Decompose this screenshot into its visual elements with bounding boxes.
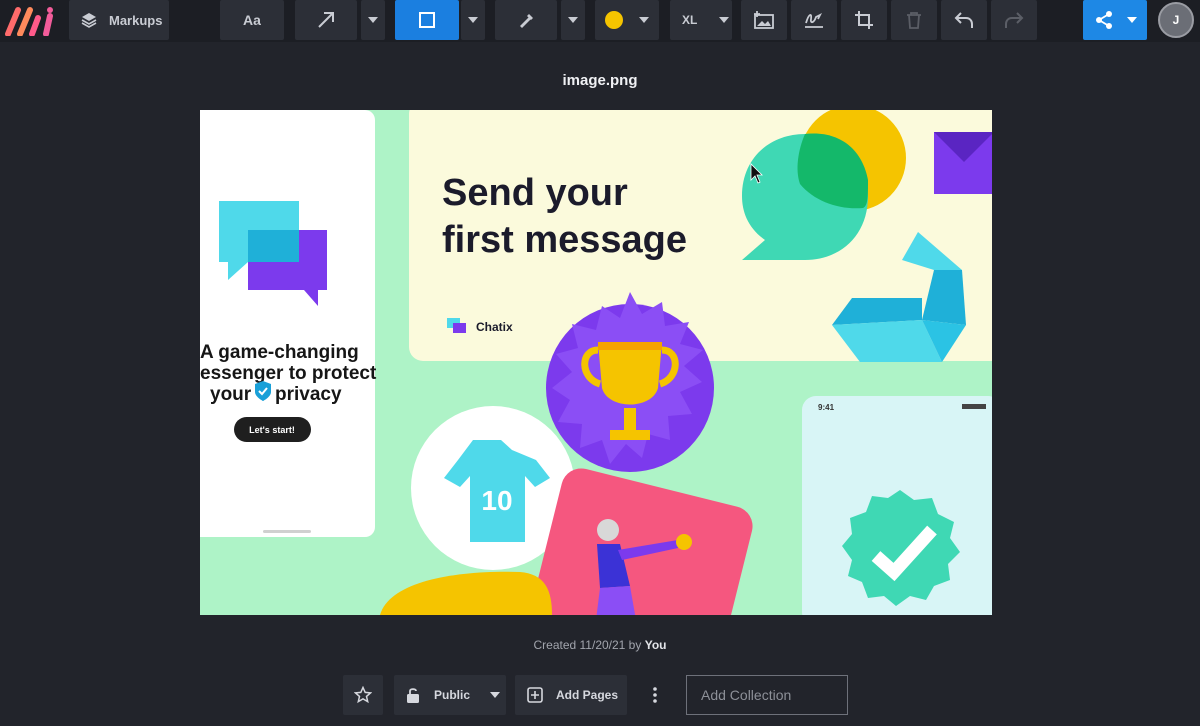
brand-name: Chatix xyxy=(476,320,513,334)
cta-button-label: Let's start! xyxy=(249,425,295,435)
chevron-down-icon xyxy=(1127,17,1137,23)
insert-image-icon xyxy=(754,11,774,29)
arrow-tool-button[interactable] xyxy=(295,0,357,40)
headline-line-2: first message xyxy=(442,219,687,261)
headline-line-1: Send your xyxy=(442,172,628,214)
more-options-button[interactable] xyxy=(640,675,670,715)
undo-icon xyxy=(954,12,973,28)
more-vertical-icon xyxy=(653,687,657,703)
chevron-down-icon xyxy=(468,17,478,23)
tagline-line-3b: privacy xyxy=(275,384,342,405)
text-tool-label: Aa xyxy=(243,12,261,28)
crop-button[interactable] xyxy=(841,0,887,40)
redo-icon xyxy=(1005,12,1024,28)
rectangle-tool-button[interactable] xyxy=(395,0,459,40)
signature-icon xyxy=(805,12,823,28)
share-button[interactable] xyxy=(1083,0,1147,40)
arrow-tool-dropdown[interactable] xyxy=(361,0,385,40)
color-picker-button[interactable] xyxy=(595,0,659,40)
add-page-icon xyxy=(527,687,543,703)
markups-button[interactable]: Markups xyxy=(69,0,169,40)
rectangle-icon xyxy=(419,12,435,28)
chevron-down-icon xyxy=(368,17,378,23)
jersey-number: 10 xyxy=(481,485,512,516)
undo-button[interactable] xyxy=(941,0,987,40)
chevron-down-icon xyxy=(639,17,649,23)
favorite-button[interactable] xyxy=(343,675,383,715)
created-by: You xyxy=(644,638,667,652)
highlighter-tool-dropdown[interactable] xyxy=(561,0,585,40)
star-icon xyxy=(354,686,372,704)
created-date: Created 11/20/21 by xyxy=(533,638,642,652)
size-picker-button[interactable]: XL xyxy=(670,0,732,40)
size-label: XL xyxy=(682,13,698,27)
arrow-icon xyxy=(318,12,334,28)
signature-button[interactable] xyxy=(791,0,837,40)
created-info: Created 11/20/21 by You xyxy=(0,638,1200,652)
file-name: image.png xyxy=(562,72,638,89)
phone-time: 9:41 xyxy=(818,403,835,412)
chevron-down-icon xyxy=(568,17,578,23)
add-pages-button[interactable]: Add Pages xyxy=(515,675,627,715)
top-toolbar: Markups Aa XL J xyxy=(0,0,1200,42)
insert-image-button[interactable] xyxy=(741,0,787,40)
color-swatch xyxy=(605,11,623,29)
tagline-line-2: essenger to protect xyxy=(200,363,377,384)
image-canvas[interactable]: A game-changing essenger to protect your… xyxy=(200,110,992,615)
user-avatar[interactable]: J xyxy=(1158,2,1194,38)
redo-button[interactable] xyxy=(991,0,1037,40)
text-tool-button[interactable]: Aa xyxy=(220,0,284,40)
delete-button[interactable] xyxy=(891,0,937,40)
tagline-line-1: A game-changing xyxy=(200,342,359,363)
markups-label: Markups xyxy=(109,12,163,28)
share-icon xyxy=(1096,11,1112,29)
tagline-line-3a: your xyxy=(210,384,252,405)
layers-icon xyxy=(81,13,97,28)
trash-icon xyxy=(907,12,921,29)
add-collection-input[interactable] xyxy=(686,675,848,715)
visibility-dropdown[interactable]: Public xyxy=(394,675,506,715)
highlighter-icon xyxy=(520,14,533,28)
artwork-image: A game-changing essenger to protect your… xyxy=(200,110,992,615)
lock-open-icon xyxy=(407,688,419,703)
add-pages-label: Add Pages xyxy=(556,688,619,702)
rectangle-tool-dropdown[interactable] xyxy=(461,0,485,40)
visibility-label: Public xyxy=(434,688,471,702)
chevron-down-icon xyxy=(719,17,730,23)
highlighter-tool-button[interactable] xyxy=(495,0,557,40)
chevron-down-icon xyxy=(490,692,501,698)
crop-icon xyxy=(855,11,873,29)
app-logo[interactable] xyxy=(4,4,54,36)
